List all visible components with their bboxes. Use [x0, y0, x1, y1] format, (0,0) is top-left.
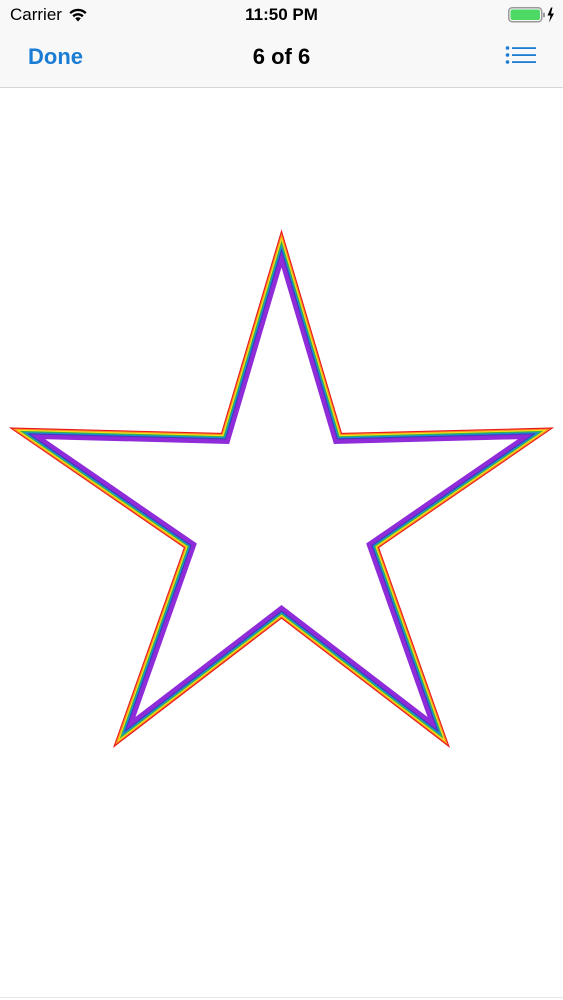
navigation-bar: Done 6 of 6 [0, 30, 563, 88]
rainbow-star-image [8, 229, 555, 748]
rainbow-star-outline [8, 229, 555, 748]
list-icon[interactable] [505, 45, 537, 69]
done-button[interactable]: Done [28, 44, 83, 70]
image-viewer [0, 88, 563, 998]
bottom-divider [0, 997, 563, 998]
battery-charging-icon [508, 6, 556, 24]
status-bar: Carrier 11:50 PM [0, 0, 563, 30]
star-stripe [12, 233, 551, 745]
page-counter-title: 6 of 6 [252, 44, 311, 69]
status-time: 11:50 PM [245, 5, 318, 24]
star-stripe [8, 229, 555, 748]
